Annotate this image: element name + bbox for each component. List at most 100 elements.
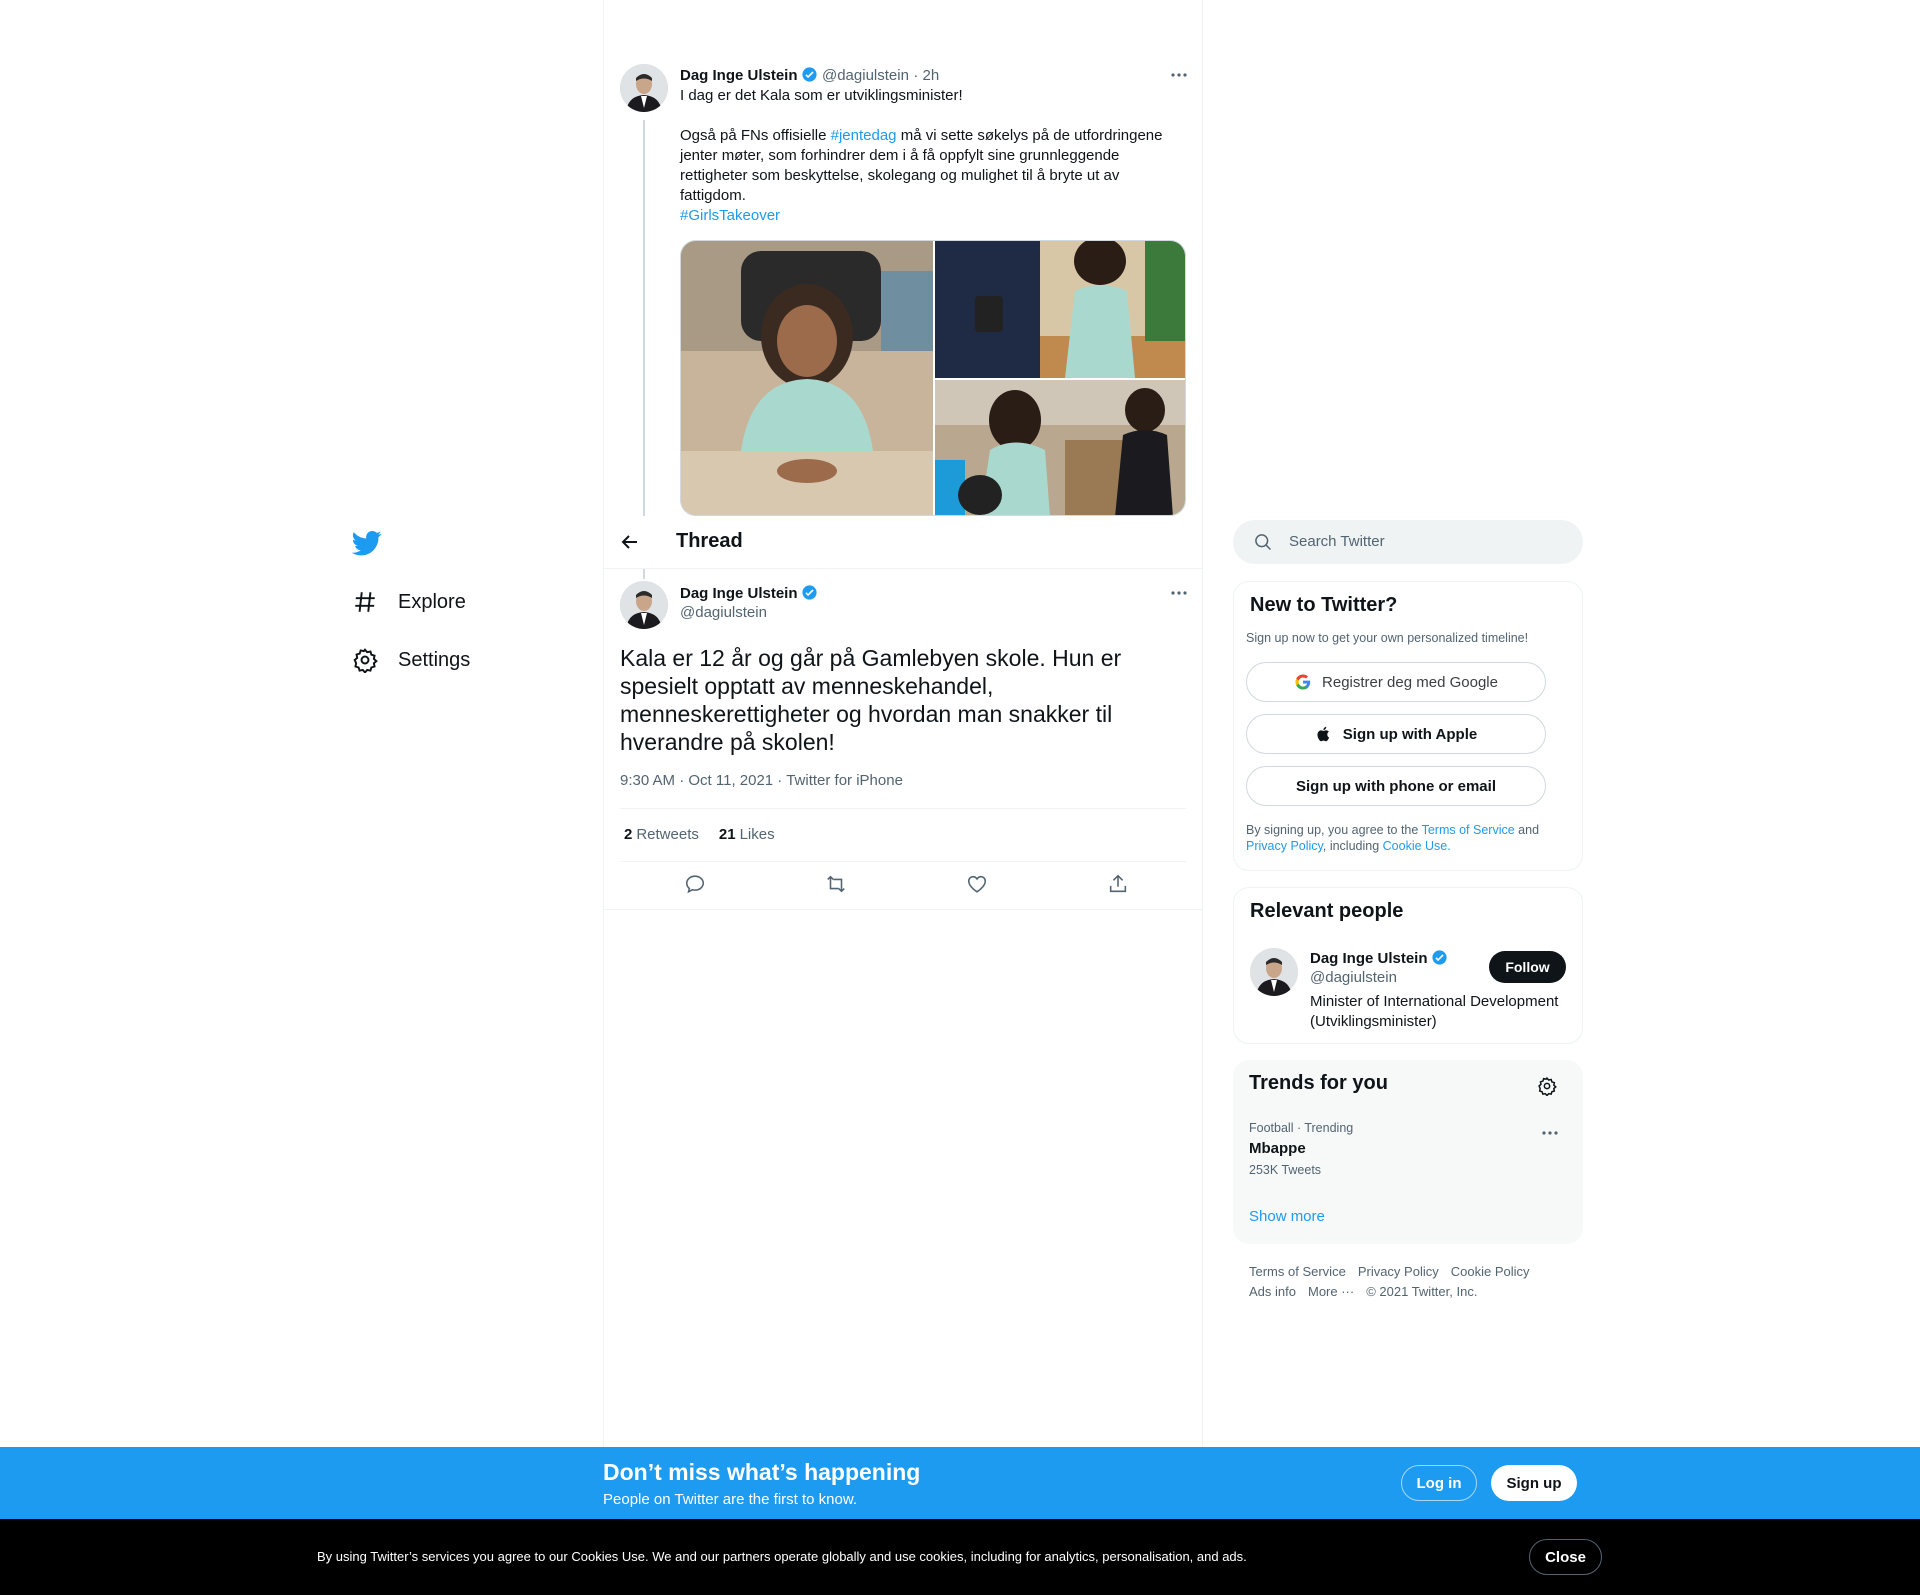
verified-badge-icon — [801, 67, 817, 82]
verified-badge-icon — [801, 585, 817, 600]
thread-header: Thread — [604, 516, 1202, 569]
likes-count: 21 — [718, 826, 736, 843]
signup-legal-text: By signing up, you agree to the Terms of… — [1246, 822, 1566, 854]
close-button[interactable]: Close — [1529, 1539, 1602, 1575]
author-name[interactable]: Dag Inge Ulstein — [680, 585, 798, 602]
twitter-logo-icon[interactable] — [352, 528, 382, 558]
like-icon[interactable] — [966, 873, 988, 895]
signup-button[interactable]: Sign up — [1491, 1465, 1577, 1501]
avatar[interactable] — [620, 64, 668, 112]
likes-stat[interactable]: 21 Likes — [719, 826, 775, 843]
hashtag-icon — [355, 592, 375, 612]
retweet-icon[interactable] — [825, 873, 847, 895]
tweet-timestamp[interactable]: 9:30 AM · Oct 11, 2021 · Twitter for iPh… — [620, 772, 903, 789]
banner-subheading: People on Twitter are the first to know. — [603, 1491, 858, 1508]
tweet-photo[interactable] — [935, 241, 1185, 378]
gear-icon[interactable] — [1537, 1076, 1557, 1096]
apple-icon — [1317, 726, 1329, 742]
legal-text: , including — [1322, 839, 1383, 853]
divider — [604, 909, 1202, 910]
footer-links: Terms of Service Privacy Policy Cookie Pol… — [1249, 1262, 1569, 1302]
trend-count: 253K Tweets — [1249, 1163, 1322, 1177]
show-more-link[interactable]: Show more — [1249, 1208, 1325, 1225]
tweet-time[interactable]: · 2h — [913, 67, 939, 84]
person-name-row[interactable]: Dag Inge Ulstein — [1310, 949, 1448, 968]
trend-context: Football · Trending — [1249, 1121, 1354, 1135]
cookie-use-link[interactable]: Cookie Use. — [1383, 839, 1451, 853]
gear-icon — [353, 648, 378, 673]
tweet-author[interactable]: Dag Inge Ulstein — [680, 584, 818, 603]
nav-explore[interactable]: Explore — [352, 582, 466, 622]
hashtag-link[interactable]: #jentedag — [831, 127, 897, 144]
google-signup-button[interactable]: Registrer deg med Google — [1246, 662, 1546, 702]
back-arrow-icon[interactable] — [620, 532, 640, 552]
divider — [620, 861, 1186, 862]
retweets-count: 2 — [624, 826, 633, 843]
retweets-stat[interactable]: 2 Retweets — [624, 826, 699, 843]
tweet-text: Kala er 12 år og går på Gamlebyen skole.… — [620, 645, 1122, 755]
tweet-stats: 2 Retweets 21 Likes — [624, 826, 775, 843]
privacy-link[interactable]: Privacy Policy — [1246, 839, 1323, 853]
google-signup-label: Registrer deg med Google — [1322, 673, 1498, 691]
nav-settings[interactable]: Settings — [352, 640, 470, 680]
person-name[interactable]: Dag Inge Ulstein — [1310, 950, 1428, 967]
apple-signup-label: Sign up with Apple — [1342, 725, 1478, 743]
new-to-twitter-card: New to Twitter? Sign up now to get your … — [1233, 581, 1583, 871]
tweet-text: I dag er det Kala som er utviklingsminis… — [680, 86, 1180, 226]
terms-link[interactable]: Terms of Service — [1422, 823, 1515, 837]
tweet-text-part: Også på FNs offisielle — [680, 127, 831, 144]
legal-text: and — [1514, 823, 1540, 837]
page-title: Thread — [676, 530, 743, 552]
more-options-icon[interactable] — [1168, 582, 1190, 604]
tweet-photo[interactable] — [681, 241, 933, 515]
tweet-actions — [620, 873, 1186, 897]
more-options-icon[interactable] — [1168, 64, 1190, 86]
search-box[interactable]: Search Twitter — [1233, 520, 1583, 564]
trend-name: Mbappe — [1249, 1140, 1306, 1157]
person-handle[interactable]: @dagiulstein — [1310, 969, 1397, 986]
primary-column: Dag Inge Ulstein @dagiulstein · 2h I dag… — [603, 0, 1203, 1447]
legal-text: By signing up, you agree to the — [1246, 823, 1422, 837]
avatar[interactable] — [1250, 948, 1298, 996]
tweet-photo[interactable] — [935, 380, 1185, 515]
apple-signup-button[interactable]: Sign up with Apple — [1246, 714, 1546, 754]
trend-item[interactable]: Football · Trending Mbappe 253K Tweets — [1233, 1116, 1583, 1186]
likes-label: Likes — [739, 826, 775, 843]
nav-explore-label: Explore — [398, 590, 466, 613]
login-button[interactable]: Log in — [1401, 1465, 1477, 1501]
share-icon[interactable] — [1107, 873, 1129, 895]
retweets-label: Retweets — [636, 826, 699, 843]
footer-link[interactable]: Terms of Service — [1249, 1262, 1346, 1282]
follow-button[interactable]: Follow — [1489, 951, 1566, 983]
tweet-header: Dag Inge Ulstein @dagiulstein · 2h — [680, 66, 939, 85]
verified-badge-icon — [1431, 950, 1447, 965]
phone-email-signup-button[interactable]: Sign up with phone or email — [1246, 766, 1546, 806]
hashtag-link[interactable]: #GirlsTakeover — [680, 206, 1180, 226]
banner-heading: Don’t miss what’s happening — [603, 1459, 921, 1485]
cookie-banner: By using Twitter’s services you agree to… — [0, 1519, 1920, 1595]
cookie-text: By using Twitter’s services you agree to… — [317, 1549, 1247, 1564]
search-input[interactable]: Search Twitter — [1289, 533, 1385, 550]
tweet-text-line: I dag er det Kala som er utviklingsminis… — [680, 87, 963, 104]
phone-signup-label: Sign up with phone or email — [1295, 777, 1496, 795]
tweet-text-paragraph: Også på FNs offisielle #jentedag må vi s… — [680, 126, 1180, 206]
footer-link[interactable]: Ads info — [1249, 1282, 1296, 1302]
relevant-people-card: Relevant people Dag Inge Ulstein @dagiul… — [1233, 887, 1583, 1044]
person-bio: Minister of International Development (U… — [1310, 993, 1559, 1030]
nav-settings-label: Settings — [398, 648, 471, 671]
card-title: New to Twitter? — [1250, 594, 1398, 616]
divider — [620, 808, 1186, 809]
tweet-media-grid[interactable] — [680, 240, 1186, 516]
footer-link[interactable]: More ··· — [1308, 1282, 1354, 1302]
author-handle[interactable]: @dagiulstein — [822, 67, 909, 84]
author-handle[interactable]: @dagiulstein — [680, 604, 767, 621]
search-icon — [1255, 534, 1272, 551]
reply-icon[interactable] — [684, 873, 706, 895]
card-title: Relevant people — [1250, 900, 1404, 922]
footer-link[interactable]: Privacy Policy — [1358, 1262, 1439, 1282]
author-name[interactable]: Dag Inge Ulstein — [680, 67, 798, 84]
footer-link[interactable]: Cookie Policy — [1451, 1262, 1530, 1282]
card-title: Trends for you — [1249, 1072, 1388, 1094]
avatar[interactable] — [620, 581, 668, 629]
more-options-icon[interactable] — [1539, 1122, 1561, 1144]
